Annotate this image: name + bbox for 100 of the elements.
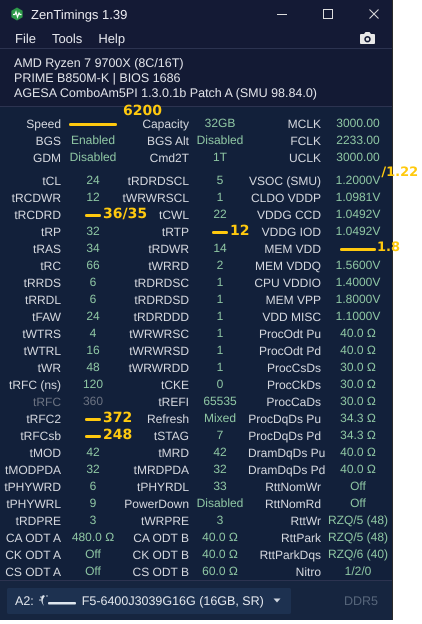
timing-value: Enabled <box>70 133 116 148</box>
timing-label: MEM VPP <box>266 293 321 308</box>
timing-label: Cmd2T <box>150 151 189 166</box>
timing-value: 32 <box>86 462 100 478</box>
timing-value: 360 <box>82 394 104 410</box>
module-dropdown[interactable]: A2: F5-6400J3039G16G (16GB, SR) <box>7 588 291 614</box>
timing-label: ProcOdt Pu <box>258 327 321 342</box>
brand-logo-icon <box>38 594 78 608</box>
timing-value: 9 <box>90 496 96 512</box>
timing-label: RttNomRd <box>264 497 321 512</box>
timing-label: tWRWRSCL <box>122 191 189 206</box>
timing-label: tRRDS <box>24 276 61 292</box>
timing-label: Nitro <box>296 565 321 580</box>
close-icon[interactable] <box>368 8 380 20</box>
timing-label: DramDqDs Pd <box>248 463 326 478</box>
app-logo-icon <box>10 7 24 22</box>
caret-icon <box>273 598 281 604</box>
camera-icon[interactable] <box>359 31 376 46</box>
timing-label: tRRDL <box>24 293 61 308</box>
timing-value: Off <box>85 547 101 562</box>
timing-label: tPHYWRD <box>4 480 61 496</box>
timing-label: tRFCsb <box>20 429 61 444</box>
timing-value: 40.0 Ω <box>202 530 238 546</box>
timing-value: Disabled <box>196 133 244 148</box>
timing-label: CK ODT A <box>5 548 61 564</box>
timing-value: Disabled <box>196 496 244 512</box>
module-name: F5-6400J3039G16G (16GB, SR) <box>82 594 264 608</box>
timing-label: ProcCaDs <box>266 395 321 410</box>
timing-value: 34.3 Ω <box>340 411 376 426</box>
timing-value: 40.0 Ω <box>340 462 376 478</box>
system-info-text: AGESA ComboAm5PI 1.3.0.1b Patch A (SMU 98.84.0) <box>14 86 318 102</box>
timing-value: 30.0 Ω <box>340 360 376 376</box>
timing-label: RttParkDqs <box>260 548 321 564</box>
timing-value: Off <box>85 564 101 580</box>
window-title: ZenTimings 1.39 <box>31 6 128 22</box>
timing-value: 24 <box>86 309 100 324</box>
timing-value: 42 <box>86 445 100 460</box>
memory-type-label: DDR5 <box>344 594 378 608</box>
timing-label: tRC <box>40 259 61 274</box>
handwritten-note: 12 <box>230 222 250 239</box>
timing-value: 1 <box>216 343 224 358</box>
timing-label: tWR <box>38 361 61 376</box>
timing-value: 48 <box>86 360 100 376</box>
timing-label: UCLK <box>288 151 321 166</box>
menu-item[interactable]: Help <box>98 30 126 46</box>
menu-item[interactable]: Tools <box>52 30 82 46</box>
timing-label: Speed <box>26 117 61 132</box>
timing-label: tRP <box>40 225 61 240</box>
timing-label: tRAS <box>32 242 61 258</box>
timing-label: MCLK <box>288 117 321 132</box>
timing-label: tRDRDDD <box>134 310 189 326</box>
handwritten-note: 248 <box>103 426 132 443</box>
timing-label: VDDG IOD <box>262 225 321 240</box>
timing-value: 3 <box>216 513 224 528</box>
menu-item[interactable]: File <box>15 30 36 46</box>
maximize-icon[interactable] <box>322 8 334 20</box>
timing-value: 1 <box>216 190 224 206</box>
timing-value: 12 <box>86 190 100 206</box>
timing-label: Refresh <box>146 412 189 428</box>
timing-value: 480.0 Ω <box>72 530 114 546</box>
timing-value: 6 <box>90 479 96 494</box>
timing-label: DramDqDs Pu <box>248 446 326 462</box>
timing-label: tCKE <box>160 378 189 394</box>
timing-value: 40.0 Ω <box>340 343 376 358</box>
timing-value: 1T <box>212 150 227 166</box>
slot-label: A2: <box>15 594 34 608</box>
timing-value: 22 <box>213 207 227 222</box>
timing-label: tRFC (ns) <box>9 378 61 394</box>
timing-label: tRTP <box>162 225 189 240</box>
timing-label: CPU VDDIO <box>254 276 321 292</box>
timing-label: MEM VDD <box>264 242 321 258</box>
timing-label: Capacity <box>142 117 189 132</box>
timing-label: tCWL <box>159 208 189 224</box>
timing-label: VDD MISC <box>262 310 321 326</box>
handwritten-note: 6200 <box>123 102 162 119</box>
timing-value: Off <box>350 479 366 494</box>
timing-label: tRFC2 <box>26 412 61 428</box>
timing-label: RttPark <box>280 531 321 546</box>
timing-value: RZQ/6 (40) <box>328 547 388 562</box>
timing-label: tRDRDSCL <box>128 174 189 190</box>
timing-label: CA ODT A <box>6 531 61 546</box>
timing-label: tRDRDSD <box>134 293 189 308</box>
timing-value: 3000.00 <box>336 116 380 132</box>
timing-value: 1.0492V <box>336 224 380 240</box>
timing-value: 1.4000V <box>336 275 380 290</box>
timing-label: tMRDPDA <box>134 463 189 478</box>
timing-label: tWRWRSD <box>129 344 189 360</box>
timing-label: tWRWRSC <box>129 327 189 342</box>
timing-value: 5 <box>216 173 224 188</box>
timing-value: 30.0 Ω <box>340 377 376 392</box>
timing-label: BGS Alt <box>146 134 189 150</box>
timing-value: 4 <box>90 326 96 342</box>
timing-label: FCLK <box>290 134 321 150</box>
timing-value: 1.5600V <box>336 258 380 274</box>
timing-label: tWRRD <box>148 259 189 274</box>
timing-value: 1 <box>216 326 224 342</box>
timing-value: Off <box>350 496 366 512</box>
timing-value: 6 <box>90 292 96 308</box>
timing-value: 33 <box>213 479 227 494</box>
timing-label: MEM VDDQ <box>255 259 321 274</box>
